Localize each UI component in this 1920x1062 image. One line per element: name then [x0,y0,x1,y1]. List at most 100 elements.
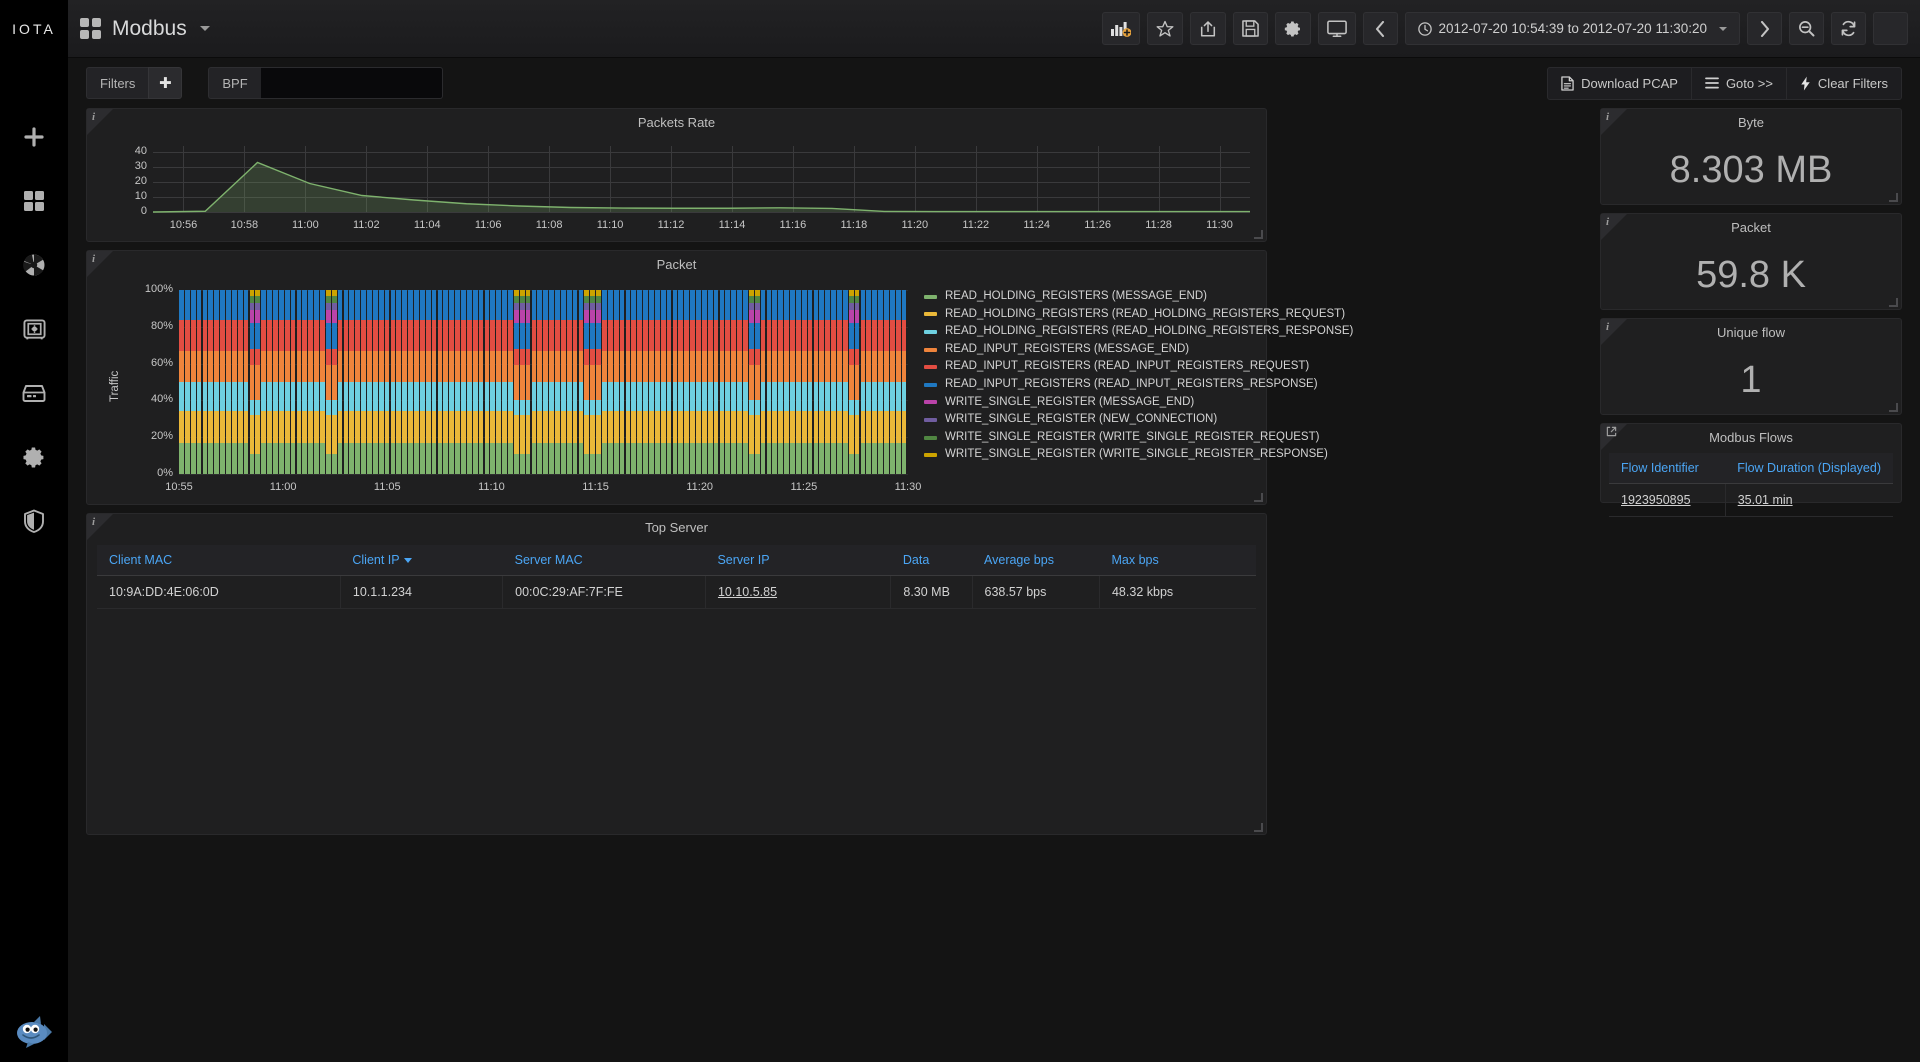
bar-segment [296,382,302,412]
bar-segment [807,442,813,474]
panel-info-corner[interactable] [1601,109,1627,135]
download-pcap-button[interactable]: Download PCAP [1548,67,1692,99]
server-ip-link[interactable]: 10.10.5.85 [718,585,777,599]
legend-item[interactable]: WRITE_SINGLE_REGISTER (WRITE_SINGLE_REGI… [924,429,1353,447]
refresh-button[interactable] [1831,12,1866,45]
panel-resize-handle[interactable] [1889,298,1898,307]
goto-button[interactable]: Goto >> [1692,67,1787,99]
bar-segment [361,290,366,320]
bar-segment [649,350,654,383]
column-header-client-mac[interactable]: Client MAC [97,545,341,576]
sidebar-item-storage[interactable] [14,376,54,410]
flow-identifier-link[interactable]: 1923950895 [1621,493,1691,507]
y-axis-tick-label: 0% [157,467,173,479]
sidebar-item-dashboards[interactable] [14,184,54,218]
bar-segment [208,319,214,351]
share-dashboard-button[interactable] [1189,12,1226,45]
bar-segment [590,323,596,349]
panel-info-icon[interactable]: i [1606,321,1609,333]
bar-segment [555,319,560,351]
column-header-average-bps[interactable]: Average bps [972,545,1100,576]
bar-segment [449,411,455,443]
bar-segment [602,382,607,412]
bar-segment [813,382,819,412]
column-header-flow-duration-displayed-[interactable]: Flow Duration (Displayed) [1725,453,1893,484]
bar-segment [743,411,748,443]
legend-item[interactable]: READ_HOLDING_REGISTERS (READ_HOLDING_REG… [924,306,1353,324]
add-filter-button[interactable]: ✚ [148,67,183,99]
refresh-interval-dropdown[interactable] [1873,12,1908,45]
packets-rate-plot[interactable]: 0 10 20 30 40 10:56 10:58 11:00 11:02 11:04 11:06 1… [87,136,1266,242]
sidebar-item-aperture[interactable] [14,248,54,282]
add-panel-button[interactable] [1101,12,1140,45]
panel-resize-handle[interactable] [1254,823,1263,832]
time-range-next-button[interactable] [1747,12,1782,45]
column-header-data[interactable]: Data [890,545,972,576]
legend-item[interactable]: WRITE_SINGLE_REGISTER (WRITE_SINGLE_REGI… [924,446,1353,464]
legend-item[interactable]: READ_HOLDING_REGISTERS (MESSAGE_END) [924,288,1353,306]
panel-resize-handle[interactable] [1889,403,1898,412]
bar-segment [837,350,842,383]
panel-info-corner[interactable] [1601,214,1627,240]
sidebar-item-security[interactable] [14,504,54,538]
bar-segment [343,290,349,320]
brand-logo[interactable]: IOTA [0,0,68,58]
zoom-out-button[interactable] [1789,12,1824,45]
column-header-client-ip[interactable]: Client IP [340,545,503,576]
save-dashboard-button[interactable] [1232,12,1268,45]
panel-resize-handle[interactable] [1889,193,1898,202]
panel-info-icon[interactable]: i [92,111,95,123]
panel-info-corner[interactable] [87,251,113,277]
panel-info-icon[interactable]: i [1606,111,1609,123]
flow-duration-link[interactable]: 35.01 min [1738,493,1793,507]
legend-item[interactable]: READ_INPUT_REGISTERS (READ_INPUT_REGISTE… [924,358,1353,376]
bar-segment [308,319,314,351]
star-dashboard-button[interactable] [1146,12,1183,45]
bar-segment [267,350,272,383]
panel-resize-handle[interactable] [1254,230,1263,239]
column-header-server-mac[interactable]: Server MAC [502,545,706,576]
panel-info-corner[interactable] [87,514,113,540]
clear-filters-button[interactable]: Clear Filters [1787,68,1901,99]
external-link-icon[interactable] [1606,426,1617,440]
panel-info-corner[interactable] [1601,319,1627,345]
legend-item[interactable]: READ_INPUT_REGISTERS (READ_INPUT_REGISTE… [924,376,1353,394]
packets-rate-series [152,161,1250,213]
bar-segment [478,411,484,443]
dashboard-settings-button[interactable] [1274,12,1311,45]
goto-label: Goto >> [1725,75,1773,91]
bar-segment [884,442,889,474]
legend-item[interactable]: READ_INPUT_REGISTERS (MESSAGE_END) [924,341,1353,359]
panel-info-icon[interactable]: i [1606,216,1609,228]
column-header-max-bps[interactable]: Max bps [1099,545,1256,576]
bar-segment [261,350,267,383]
cell-flow-identifier[interactable]: 1923950895 [1609,483,1726,517]
bar-segment [226,350,231,383]
panel-resize-handle[interactable] [1254,493,1263,502]
shark-avatar-icon[interactable] [14,1012,54,1052]
bar-segment [267,411,272,443]
sidebar-item-vault[interactable] [14,312,54,346]
bar-segment [772,382,778,412]
panel-info-icon[interactable]: i [92,253,95,265]
column-header-server-ip[interactable]: Server IP [705,545,891,576]
cell-server-ip[interactable]: 10.10.5.85 [705,575,892,609]
legend-item[interactable]: WRITE_SINGLE_REGISTER (NEW_CONNECTION) [924,411,1353,429]
dashboard-title-menu[interactable]: Modbus [80,17,210,41]
bar-segment [631,411,637,443]
time-range-picker[interactable]: 2012-07-20 10:54:39 to 2012-07-20 11:30:… [1404,12,1740,45]
legend-item[interactable]: WRITE_SINGLE_REGISTER (MESSAGE_END) [924,394,1353,412]
bpf-input[interactable] [260,67,443,99]
bar-segment [901,411,907,443]
cell-flow-duration[interactable]: 35.01 min [1725,483,1893,517]
tv-mode-button[interactable] [1317,12,1356,45]
bar-segment [825,319,831,351]
sidebar-item-add[interactable] [14,120,54,154]
panel-info-corner[interactable] [87,109,113,135]
column-header-flow-identifier[interactable]: Flow Identifier [1609,453,1726,484]
packet-stacked-plot[interactable]: 0% 20% 40% 60% 80% 100% Traffic 10:55 11:00 11:05… [87,278,1353,504]
panel-info-icon[interactable]: i [92,516,95,528]
legend-item[interactable]: READ_HOLDING_REGISTERS (READ_HOLDING_REG… [924,323,1353,341]
time-range-prev-button[interactable] [1362,12,1398,45]
sidebar-item-settings[interactable] [14,440,54,474]
